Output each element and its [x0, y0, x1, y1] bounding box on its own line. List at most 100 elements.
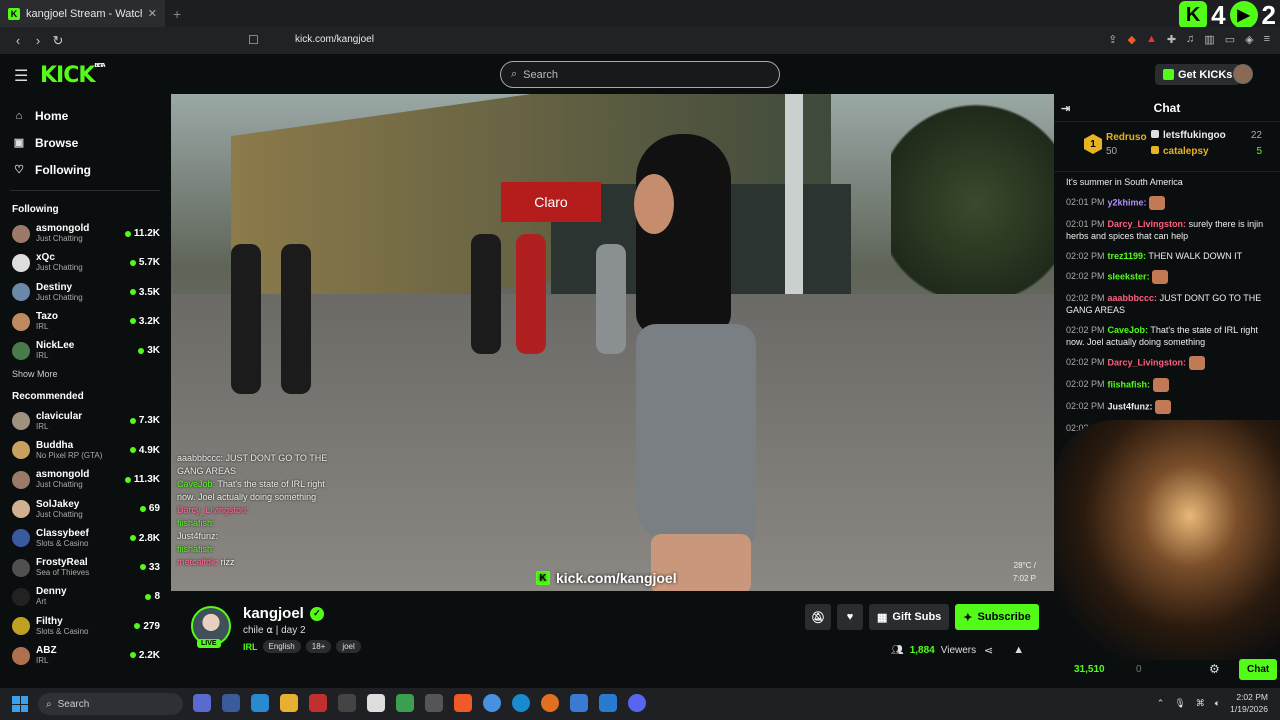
channel-points[interactable]: 31,510 [1074, 664, 1105, 675]
vscode-icon[interactable] [599, 694, 617, 712]
chat-username: Darcy_Livingston: [1107, 357, 1187, 368]
sidebar-channel[interactable]: Denny Art 8 [0, 582, 170, 611]
viewer-count: 8 [145, 591, 160, 602]
subscribe-button[interactable]: ✦ Subscribe [955, 604, 1039, 630]
close-icon[interactable]: ✕ [148, 7, 157, 20]
wallet-icon[interactable]: ▭ [1225, 33, 1235, 46]
sidebar-channel[interactable]: ABZ IRL 2.2K [0, 641, 170, 670]
bookmark-icon[interactable]: ☐ [248, 33, 259, 47]
video-scene-person [231, 244, 261, 394]
channel-avatar [12, 617, 30, 636]
search-input[interactable]: ⌕ Search [500, 61, 780, 88]
follow-button[interactable]: ♥ [837, 604, 863, 630]
tag-chip[interactable]: 18+ [305, 640, 332, 653]
edge-icon[interactable] [512, 694, 530, 712]
tag-chip[interactable]: English [262, 640, 301, 653]
get-kicks-button[interactable]: Get KICKs [1155, 64, 1241, 85]
taskbar-search[interactable]: ⌕ Search [38, 693, 183, 715]
app-icon[interactable] [193, 694, 211, 712]
url-field[interactable]: kick.com/kangjoel [295, 34, 374, 45]
sidebar-channel[interactable]: clavicular IRL 7.3K [0, 406, 170, 435]
report-icon[interactable]: ▲ [1013, 644, 1024, 657]
notifications-off-button[interactable]: 🔕︎ [805, 604, 831, 630]
sidebar-channel[interactable]: Filthy Slots & Casino 279 [0, 612, 170, 641]
rewards-icon[interactable]: ▲ [1146, 33, 1157, 46]
browser-tab[interactable]: K kangjoel Stream - Watch Live ✕ [0, 0, 165, 27]
bell-off-icon: 🔕︎ [811, 611, 825, 624]
chat-send-button[interactable]: Chat [1239, 659, 1278, 680]
sidebar-channel[interactable]: FrostyReal Sea of Thieves 33 [0, 553, 170, 582]
app-icon[interactable] [425, 694, 443, 712]
app-icon[interactable] [251, 694, 269, 712]
brave-icon[interactable] [454, 694, 472, 712]
search-icon: ⌕ [511, 68, 518, 80]
sidebar-channel[interactable]: Destiny Just Chatting 3.5K [0, 278, 170, 307]
puzzle-icon[interactable]: ✚ [1167, 33, 1176, 46]
vpn-icon[interactable]: ◈ [1245, 33, 1253, 46]
forward-icon[interactable]: › [28, 33, 48, 48]
collapse-chat-icon[interactable]: ⇥ [1061, 102, 1070, 115]
new-tab-button[interactable]: + [173, 6, 181, 22]
app-icon[interactable] [367, 694, 385, 712]
user-avatar[interactable] [1233, 64, 1253, 84]
share-icon[interactable]: ⋖ [984, 644, 993, 657]
viewer-count: 3.2K [129, 316, 160, 327]
sidebar-channel[interactable]: NickLee IRL 3K [0, 336, 170, 365]
kick-logo[interactable]: KICKBETA [40, 63, 106, 88]
nav-home[interactable]: ⌂ Home [0, 102, 170, 129]
sidebar-channel[interactable]: asmongold Just Chatting 11.3K [0, 465, 170, 494]
viewers-icon: 👥︎ [891, 645, 904, 656]
category-link[interactable]: IRL [243, 642, 258, 652]
viewer-count: 👥︎ 1,884 Viewers [891, 645, 977, 656]
overlay-chat-line: GANG AREAS [177, 466, 237, 476]
channel-avatar [12, 283, 30, 302]
system-tray: ⌃ 🎙︎ ⌘ 🔈︎ 2:02 PM 1/19/2026 [1157, 691, 1268, 715]
chevron-up-icon[interactable]: ⌃ [1157, 698, 1165, 709]
leader-name[interactable]: Redruso [1106, 132, 1147, 143]
app-icon[interactable] [309, 694, 327, 712]
chat-timestamp: 02:01 PM [1066, 219, 1105, 229]
video-player[interactable]: Claro aaabbbccc: JUST DONT GO TO THE GANG… [171, 94, 1054, 591]
mic-icon[interactable]: 🎙︎ [1174, 698, 1185, 709]
channel-name: asmongold [36, 469, 90, 481]
reload-icon[interactable]: ↻ [48, 33, 68, 49]
share-icon[interactable]: ⇪ [1108, 33, 1117, 46]
live-dot-icon [129, 535, 136, 542]
chat-timestamp: 02:02 PM [1066, 325, 1105, 335]
hamburger-icon[interactable]: ☰ [14, 66, 28, 86]
gift-subs-button[interactable]: ▦ Gift Subs [869, 604, 950, 630]
tag-chip[interactable]: joel [336, 640, 361, 653]
app-icon[interactable] [338, 694, 356, 712]
chat-timestamp: 02:02 PM [1066, 251, 1105, 261]
media-icon[interactable]: ♫ [1186, 33, 1194, 46]
sidebar-channel[interactable]: Buddha No Pixel RP (GTA) 4.9K [0, 436, 170, 465]
nav-following[interactable]: ♡ Following [0, 156, 170, 183]
back-icon[interactable]: ‹ [8, 33, 28, 48]
sidebar-icon[interactable]: ▥ [1204, 33, 1214, 46]
app-icon[interactable] [396, 694, 414, 712]
discord-icon[interactable] [628, 694, 646, 712]
leader-name[interactable]: letsffukingoo [1151, 130, 1226, 141]
nav-browse[interactable]: ▣ Browse [0, 129, 170, 156]
sidebar-channel[interactable]: Classybeef Slots & Casino 2.8K [0, 524, 170, 553]
menu-icon[interactable]: ≡ [1264, 33, 1270, 46]
show-more-link[interactable]: Show More [0, 365, 170, 385]
channel-name[interactable]: kangjoel ✓ [243, 605, 324, 622]
channel-category: Just Chatting [36, 480, 83, 490]
leader-name[interactable]: catalepsy [1151, 146, 1209, 157]
firefox-icon[interactable] [541, 694, 559, 712]
windows-start-icon[interactable] [12, 696, 28, 712]
brave-shield-icon[interactable]: ◆ [1127, 33, 1135, 46]
app-icon[interactable] [222, 694, 240, 712]
sidebar-channel[interactable]: SolJakey Just Chatting 69 [0, 494, 170, 523]
chrome-icon[interactable] [483, 694, 501, 712]
app-icon[interactable] [570, 694, 588, 712]
volume-icon[interactable]: 🔈︎ [1215, 698, 1220, 709]
taskbar-clock[interactable]: 2:02 PM 1/19/2026 [1230, 691, 1268, 715]
sidebar-channel[interactable]: Tazo IRL 3.2K [0, 307, 170, 336]
network-icon[interactable]: ⌘ [1196, 698, 1205, 709]
sidebar-channel[interactable]: xQc Just Chatting 5.7K [0, 248, 170, 277]
sidebar-channel[interactable]: asmongold Just Chatting 11.2K [0, 219, 170, 248]
gear-icon[interactable]: ⚙ [1209, 662, 1220, 676]
folder-icon[interactable] [280, 694, 298, 712]
